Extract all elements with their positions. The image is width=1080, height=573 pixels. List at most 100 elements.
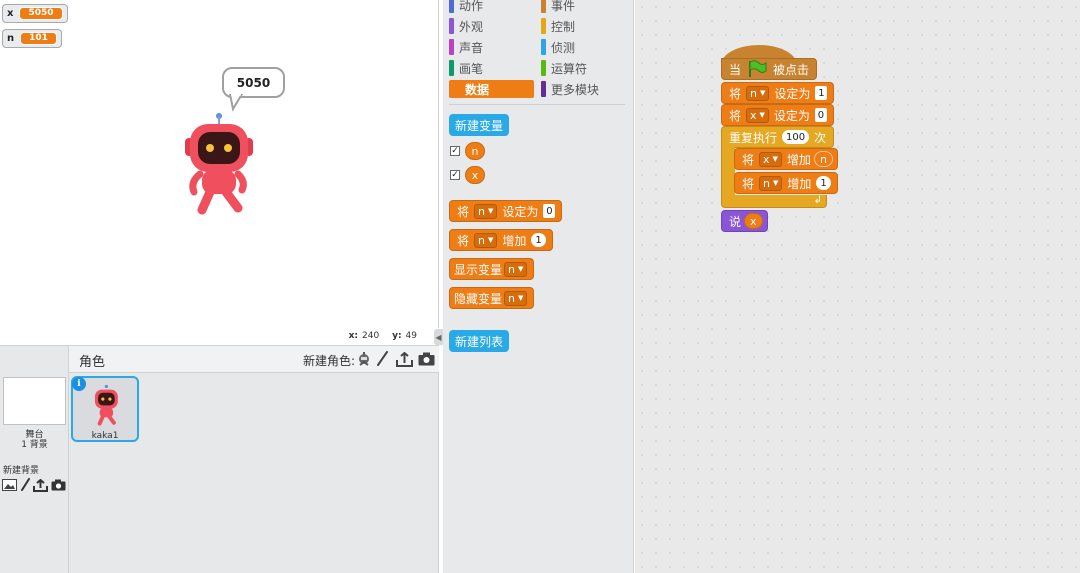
category-data[interactable]: 数据: [449, 80, 534, 98]
category-color: [541, 60, 546, 76]
set-x-block[interactable]: 将 x ▼ 设定为 0: [721, 104, 834, 126]
dropdown-value: x: [763, 152, 770, 166]
category-label: 控制: [551, 19, 576, 34]
backdrop-library-icon[interactable]: [1, 478, 17, 492]
variable-dropdown[interactable]: n ▼: [474, 232, 498, 248]
dropdown-value: n: [508, 291, 515, 305]
set-n-block[interactable]: 将 n ▼ 设定为 1: [721, 82, 835, 104]
variable-dropdown[interactable]: n ▼: [504, 261, 528, 277]
variable-monitor-x[interactable]: x 5050: [2, 4, 68, 23]
repeat-block-bottom: ↲: [721, 195, 827, 208]
block-text: 增加: [787, 176, 812, 191]
robot-sprite-icon[interactable]: [180, 110, 256, 216]
chevron-down-icon: ▼: [488, 207, 494, 215]
category-sound[interactable]: 声音: [449, 38, 535, 56]
change-n-block[interactable]: 将 n ▼ 增加 1: [734, 172, 838, 194]
stage[interactable]: x 5050 n 101 5050: [0, 0, 439, 328]
paint-brush-icon[interactable]: [373, 350, 391, 368]
hide-variable-block[interactable]: 隐藏变量 n ▼: [449, 287, 535, 309]
category-events[interactable]: 事件: [541, 0, 627, 14]
block-text: 当: [729, 62, 742, 77]
category-motion[interactable]: 动作: [449, 0, 535, 14]
new-sprite-label: 新建角色:: [302, 354, 355, 368]
script-area[interactable]: [635, 0, 1080, 573]
block-text: 设定为: [773, 108, 810, 123]
upload-icon[interactable]: [395, 350, 413, 368]
category-more-blocks[interactable]: 更多模块: [541, 80, 627, 98]
variable-dropdown[interactable]: n ▼: [746, 85, 770, 101]
block-text: 将: [729, 108, 742, 123]
variable-dropdown[interactable]: x ▼: [746, 107, 769, 123]
category-label: 动作: [459, 0, 484, 13]
category-label: 运算符: [551, 61, 588, 76]
category-operators[interactable]: 运算符: [541, 59, 627, 77]
category-sensing[interactable]: 侦测: [541, 38, 627, 56]
repeat-block[interactable]: 重复执行 100 次: [721, 126, 835, 148]
dropdown-value: n: [478, 233, 485, 247]
block-text: 将: [729, 86, 742, 101]
stage-name: 舞台: [25, 430, 44, 440]
variable-dropdown[interactable]: n ▼: [474, 203, 498, 219]
variable-monitor-n[interactable]: n 101: [2, 29, 62, 48]
camera-icon[interactable]: [50, 478, 66, 492]
variable-reporter-x[interactable]: x: [465, 166, 485, 184]
variable-dropdown[interactable]: x ▼: [759, 151, 782, 167]
category-label: 事件: [551, 0, 576, 13]
variable-reporter-x[interactable]: x: [744, 213, 763, 229]
category-color: [449, 18, 454, 34]
repeat-count-input[interactable]: 100: [782, 130, 810, 144]
category-label: 更多模块: [551, 82, 600, 97]
value-input[interactable]: 0: [814, 108, 827, 122]
block-text: 隐藏变量: [454, 291, 503, 306]
change-x-block[interactable]: 将 x ▼ 增加 n: [734, 148, 838, 170]
value-input[interactable]: 1: [816, 176, 831, 190]
category-color: [449, 39, 454, 55]
paint-brush-icon[interactable]: [17, 478, 33, 492]
new-variable-button[interactable]: 新建变量: [449, 114, 510, 136]
dropdown-value: n: [763, 176, 770, 190]
new-backdrop-label: 新建背景: [3, 466, 40, 476]
variable-dropdown[interactable]: n ▼: [759, 175, 783, 191]
category-divider: [449, 104, 625, 105]
category-pen[interactable]: 画笔: [449, 59, 535, 77]
variable-reporter-n[interactable]: n: [813, 151, 833, 167]
variable-reporter-n[interactable]: n: [465, 142, 485, 160]
chevron-left-icon: ◀: [435, 332, 442, 342]
info-icon[interactable]: i: [72, 377, 86, 391]
variable-row-x: ✓ x: [450, 166, 485, 184]
set-variable-block[interactable]: 将 n ▼ 设定为 0: [449, 200, 563, 222]
new-list-button[interactable]: 新建列表: [449, 330, 510, 352]
monitor-value: 5050: [19, 7, 63, 20]
block-palette: 动作 事件 外观 控制 声音 侦测 画笔 运算符 数据 更多模块 新建变量 ✓ …: [443, 0, 634, 573]
chevron-down-icon: ▼: [759, 111, 765, 119]
sprite-card-kaka1[interactable]: i kaka1: [71, 376, 139, 442]
when-flag-clicked-block[interactable]: 当 被点击: [721, 58, 818, 80]
block-text: 被点击: [773, 62, 810, 77]
category-looks[interactable]: 外观: [449, 17, 535, 35]
show-variable-block[interactable]: 显示变量 n ▼: [449, 258, 535, 280]
say-block[interactable]: 说 x: [721, 210, 768, 232]
variable-dropdown[interactable]: n ▼: [504, 290, 528, 306]
sprite-library-icon[interactable]: [355, 350, 373, 368]
upload-icon[interactable]: [32, 478, 48, 492]
sprite-name: kaka1: [91, 431, 119, 441]
stage-thumbnail[interactable]: [3, 377, 66, 425]
block-text: 将: [742, 152, 755, 167]
category-color: [449, 81, 454, 97]
camera-icon[interactable]: [417, 350, 435, 368]
variable-checkbox[interactable]: ✓: [450, 170, 460, 180]
monitor-name: n: [7, 33, 15, 44]
change-variable-block[interactable]: 将 n ▼ 增加 1: [449, 229, 553, 251]
variable-checkbox[interactable]: ✓: [450, 146, 460, 156]
block-text: 设定为: [774, 86, 811, 101]
value-input[interactable]: 0: [543, 204, 556, 218]
value-input[interactable]: 1: [531, 233, 546, 247]
stage-column: 舞台 1 背景 新建背景: [0, 346, 69, 573]
dropdown-value: n: [750, 86, 757, 100]
sprite-pane: 舞台 1 背景 新建背景 角色 新建角色: i kaka1: [0, 345, 439, 573]
value-input[interactable]: 1: [815, 86, 828, 100]
y-value: 49: [405, 331, 417, 341]
collapse-stage-toggle[interactable]: ◀: [434, 329, 443, 345]
category-control[interactable]: 控制: [541, 17, 627, 35]
category-color: [541, 18, 546, 34]
